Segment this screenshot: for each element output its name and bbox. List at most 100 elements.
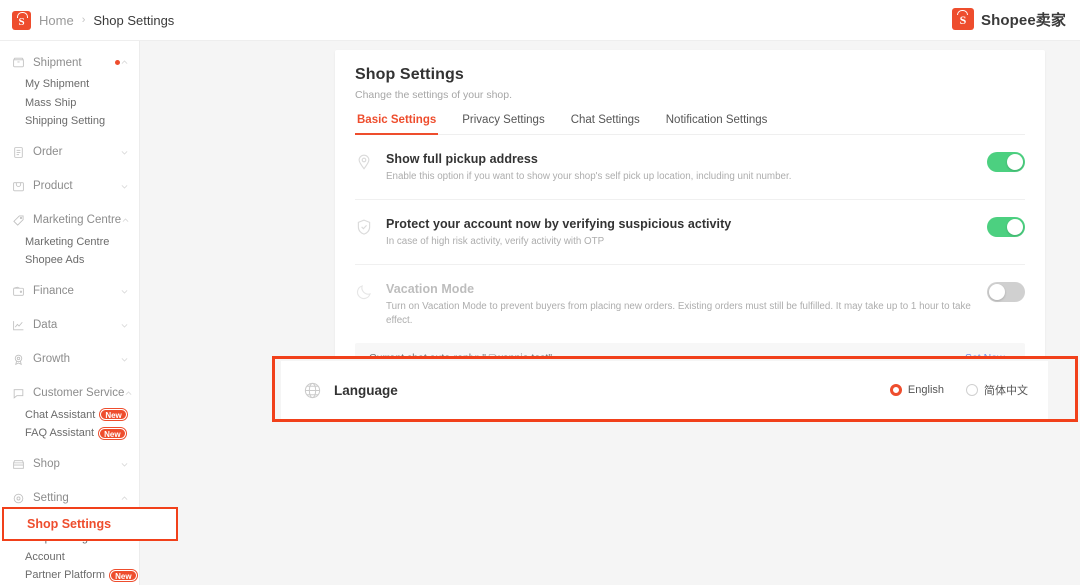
sidebar-item-shop-settings-highlight[interactable]: Shop Settings	[2, 507, 178, 541]
sidebar-group-label: Growth	[33, 353, 120, 365]
setting-row: Protect your account now by verifying su…	[355, 200, 1025, 265]
sidebar-subitem-chat-assistant[interactable]: Chat AssistantNew	[0, 406, 139, 425]
tab-notification-settings[interactable]: Notification Settings	[664, 114, 770, 134]
sidebar-group-label: Customer Service	[33, 387, 124, 399]
sidebar-group-finance: Finance	[0, 279, 139, 313]
page-title: Shop Settings	[355, 66, 1025, 84]
sidebar-subitem-shopee-ads[interactable]: Shopee Ads	[0, 251, 139, 270]
sidebar-subitem-marketing-centre[interactable]: Marketing Centre	[0, 233, 139, 252]
sidebar-item-customer-service[interactable]: Customer Service	[0, 381, 139, 406]
setting-description: Turn on Vacation Mode to prevent buyers …	[386, 300, 987, 326]
sidebar-group-spacer	[0, 270, 139, 279]
brand-logo[interactable]: S Shopee卖家	[952, 8, 1066, 30]
sidebar-group-label: Marketing Centre	[33, 214, 121, 226]
chevron-up-icon[interactable]	[120, 58, 129, 67]
chevron-down-icon[interactable]	[120, 182, 129, 191]
chevron-down-icon[interactable]	[120, 148, 129, 157]
sidebar-item-finance[interactable]: Finance	[0, 279, 139, 304]
order-icon	[12, 146, 25, 159]
setting-toggle[interactable]	[987, 217, 1025, 237]
sidebar-group-spacer	[0, 372, 139, 381]
sidebar-item-shipment[interactable]: Shipment	[0, 50, 139, 75]
breadcrumb-home[interactable]: Home	[39, 13, 74, 28]
chevron-down-icon[interactable]	[120, 287, 129, 296]
sidebar-subitem-label: Partner Platform	[25, 569, 105, 581]
sidebar-group-label: Finance	[33, 285, 120, 297]
chevron-down-icon[interactable]	[120, 460, 129, 469]
shipment-icon	[12, 56, 25, 69]
sidebar-group-spacer	[0, 131, 139, 140]
growth-icon	[12, 353, 25, 366]
chevron-up-icon[interactable]	[121, 216, 130, 225]
sidebar-item-product[interactable]: Product	[0, 174, 139, 199]
sidebar-subitem-my-shipment[interactable]: My Shipment	[0, 75, 139, 94]
shopee-brand-letter: S	[952, 14, 974, 26]
breadcrumb-separator-icon: ›	[82, 14, 86, 26]
language-option-label: 简体中文	[984, 382, 1028, 398]
setting-icon	[12, 492, 25, 505]
sidebar-item-shop[interactable]: Shop	[0, 452, 139, 477]
language-label: Language	[334, 383, 890, 398]
tab-basic-settings[interactable]: Basic Settings	[355, 114, 438, 134]
chevron-up-icon[interactable]	[124, 389, 133, 398]
setting-toggle[interactable]	[987, 152, 1025, 172]
tab-chat-settings[interactable]: Chat Settings	[569, 114, 642, 134]
data-icon	[12, 319, 25, 332]
sidebar-group-data: Data	[0, 313, 139, 347]
new-badge: New	[99, 428, 125, 439]
sidebar-group-spacer	[0, 199, 139, 208]
sidebar-group-label: Setting	[33, 492, 120, 504]
sidebar-item-growth[interactable]: Growth	[0, 347, 139, 372]
setting-row-body: Protect your account now by verifying su…	[386, 217, 987, 248]
sidebar-subitem-shipping-setting[interactable]: Shipping Setting	[0, 112, 139, 131]
shield-check-icon	[355, 218, 373, 236]
chevron-down-icon[interactable]	[120, 321, 129, 330]
radio-selected-icon[interactable]	[890, 384, 902, 396]
language-row: Language English 简体中文	[281, 361, 1048, 419]
toggle-knob	[989, 284, 1005, 300]
sidebar-subitem-partner-platform[interactable]: Partner Platform New	[0, 566, 139, 585]
setting-title: Vacation Mode	[386, 282, 987, 296]
sidebar-subitem-mass-ship[interactable]: Mass Ship	[0, 94, 139, 113]
sidebar-subitem-account[interactable]: Account	[0, 548, 139, 567]
sidebar-group-label: Shop	[33, 458, 120, 470]
chevron-up-icon[interactable]	[120, 494, 129, 503]
sidebar-group-spacer	[0, 338, 139, 347]
sidebar-item-data[interactable]: Data	[0, 313, 139, 338]
new-badge: New	[100, 409, 126, 420]
language-option[interactable]: English	[890, 384, 944, 396]
tab-privacy-settings[interactable]: Privacy Settings	[460, 114, 546, 134]
shopee-brand-icon: S	[952, 8, 974, 30]
page-subtitle: Change the settings of your shop.	[355, 89, 1025, 101]
moon-icon	[355, 283, 373, 301]
sidebar-subitem-label: Marketing Centre	[25, 236, 109, 248]
setting-row: Vacation Mode Turn on Vacation Mode to pr…	[355, 265, 1025, 342]
sidebar-subitem-label: Account	[25, 551, 65, 563]
language-option[interactable]: 简体中文	[966, 382, 1028, 398]
card-header: Shop Settings Change the settings of you…	[335, 50, 1045, 135]
breadcrumb-current: Shop Settings	[93, 13, 174, 28]
setting-title: Protect your account now by verifying su…	[386, 217, 987, 231]
radio-unselected-icon[interactable]	[966, 384, 978, 396]
new-badge: New	[110, 570, 136, 581]
location-pin-icon	[355, 153, 373, 171]
app-root: S Home › Shop Settings S Shopee卖家 Shipme…	[0, 0, 1080, 585]
sidebar-subitem-label: Shipping Setting	[25, 115, 105, 127]
sidebar-subitem-label: Shopee Ads	[25, 254, 84, 266]
language-option-label: English	[908, 384, 944, 396]
setting-title: Show full pickup address	[386, 152, 987, 166]
sidebar-group-label: Data	[33, 319, 120, 331]
sidebar-item-order[interactable]: Order	[0, 140, 139, 165]
sidebar-subitem-faq-assistant[interactable]: FAQ Assistant New	[0, 424, 139, 443]
shopee-logo-letter: S	[12, 16, 31, 28]
sidebar-item-marketing-centre[interactable]: Marketing Centre	[0, 208, 139, 233]
shop-icon	[12, 458, 25, 471]
setting-toggle[interactable]	[987, 282, 1025, 302]
product-icon	[12, 180, 25, 193]
sidebar-subitem-label: FAQ Assistant	[25, 427, 94, 439]
sidebar-group-customer-service: Customer ServiceChat AssistantNewFAQ Ass…	[0, 381, 139, 452]
sidebar-group-label: Shipment	[33, 57, 111, 69]
chevron-down-icon[interactable]	[120, 355, 129, 364]
marketing-icon	[12, 214, 25, 227]
sidebar-group-label: Order	[33, 146, 120, 158]
